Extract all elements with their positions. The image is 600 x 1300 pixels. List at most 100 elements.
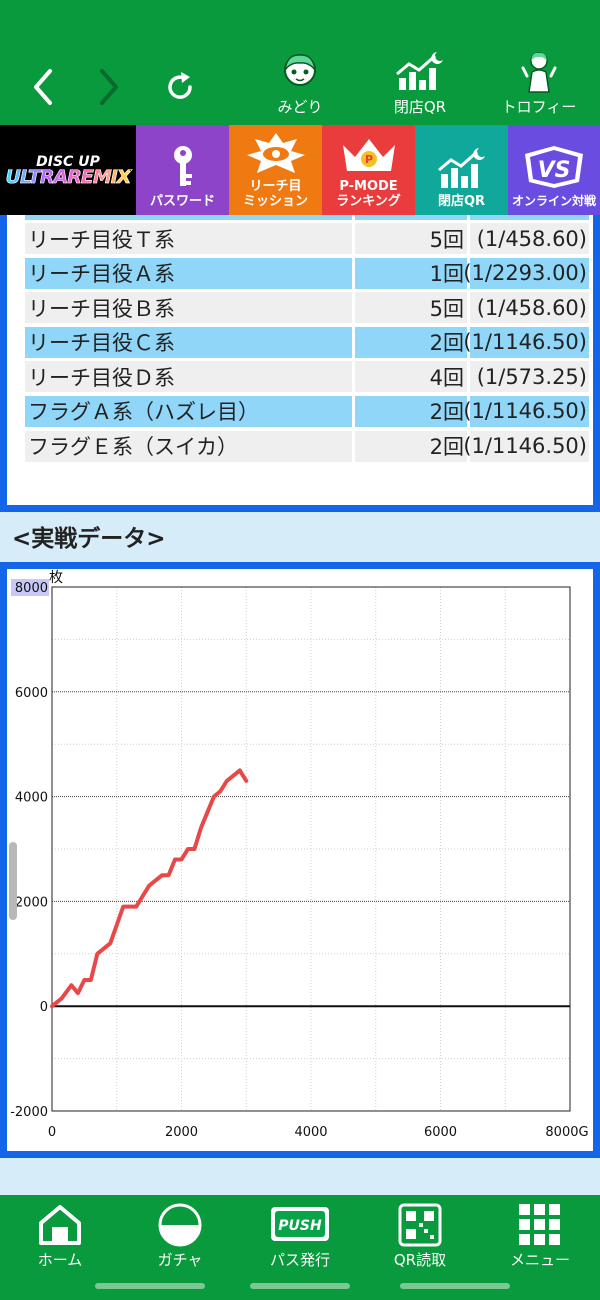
chevron-right-icon [100,69,118,105]
top-nav-midori[interactable]: みどり [245,50,355,125]
crown-icon: P [342,139,395,171]
top-navigation-bar: みどり 閉店QR トロフィー [0,0,600,125]
row-probability: (1/573.25) [470,361,589,393]
trophy-icon [521,52,557,93]
row-count: 2回 [355,430,470,462]
game-logo-tile[interactable]: DISC UP ULTRAREMIX [0,125,136,215]
y-tick-label: 4000 [15,791,48,806]
scrollbar-thumb[interactable] [9,842,17,920]
row-probability: (1/458.60) [470,223,589,254]
table-row: リーチ目役Ｃ系 2回 (1/1146.50) [25,326,589,358]
bottom-nav-qr-scan[interactable]: QR読取 [365,1203,475,1271]
bottom-nav-home-label: ホーム [37,1251,83,1269]
bottom-nav-menu[interactable]: メニュー [485,1203,595,1271]
gesture-indicator [400,1283,510,1289]
svg-text:P: P [364,153,372,166]
reload-button[interactable] [155,62,205,112]
tile-online-battle[interactable]: VS オンライン対戦 [508,125,600,215]
gesture-indicator [250,1283,350,1289]
bottom-nav-home[interactable]: ホーム [5,1203,115,1271]
partial-row [25,215,589,220]
row-probability: (1/1146.50) [463,326,589,358]
bottom-nav-pass-issue-label: パス発行 [269,1251,330,1269]
svg-text:VS: VS [538,158,571,183]
row-name: リーチ目役Ｄ系 [25,361,355,393]
reach-stats-table: リーチ目役Ｔ系 5回 (1/458.60) リーチ目役Ａ系 1回 (1/2293… [25,215,589,465]
tile-closing-qr[interactable]: 閉店QR [415,125,508,215]
x-tick-label: 4000 [294,1125,327,1140]
row-name: フラグＥ系（スイカ） [25,430,355,462]
row-probability: (1/1146.50) [463,395,589,427]
row-name: リーチ目役Ｂ系 [25,292,355,324]
table-row: リーチ目役Ｔ系 5回 (1/458.60) [25,223,589,254]
table-row: リーチ目役Ｂ系 5回 (1/458.60) [25,292,589,324]
row-count: 5回 [355,292,470,324]
qr-icon [398,1203,442,1247]
logo-bottom-text: ULTRAREMIX [5,166,132,188]
bottom-nav-pass-issue[interactable]: PUSH パス発行 [245,1203,355,1271]
y-tick-label: -2000 [10,1105,48,1120]
bottom-nav-gacha-label: ガチャ [157,1251,203,1269]
closing-qr-icon [396,52,443,90]
y-tick-label: 8000 [15,581,48,596]
row-count: 1回 [355,257,470,289]
gesture-indicator [95,1283,205,1289]
row-count: 2回 [355,326,470,358]
top-nav-trophy[interactable]: トロフィー [484,50,594,125]
row-name: リーチ目役Ａ系 [25,257,355,289]
table-row: フラグＡ系（ハズレ目） 2回 (1/1146.50) [25,395,589,427]
forward-button[interactable] [84,62,134,112]
table-row: リーチ目役Ａ系 1回 (1/2293.00) [25,257,589,289]
x-tick-label: 6000 [424,1125,457,1140]
tile-password[interactable]: パスワード [136,125,229,215]
closing-qr-chart-icon [437,148,485,188]
table-row: リーチ目役Ｄ系 4回 (1/573.25) [25,361,589,393]
tile-password-label: パスワード [149,194,215,209]
tile-pmode-ranking[interactable]: P P-MODE ランキング [322,125,415,215]
top-nav-trophy-label: トロフィー [501,98,577,116]
row-name: リーチ目役Ｃ系 [25,326,355,358]
eye-emblem-icon [246,133,305,173]
bottom-nav-menu-label: メニュー [509,1251,570,1269]
row-probability: (1/458.60) [470,292,589,324]
reach-stats-panel: リーチ目役Ｔ系 5回 (1/458.60) リーチ目役Ａ系 1回 (1/2293… [0,215,600,512]
chevron-left-icon [34,69,52,105]
feature-tiles: DISC UP ULTRAREMIX パスワード リーチ目 ミッション P P-… [0,125,600,215]
row-probability: (1/2293.00) [463,257,589,289]
x-tick-label: 0 [48,1125,56,1140]
gacha-icon [158,1203,202,1247]
tile-closing-qr-label: 閉店QR [437,194,486,209]
x-tick-label: 2000 [165,1125,198,1140]
top-nav-midori-label: みどり [277,98,323,116]
table-row: フラグＥ系（スイカ） 2回 (1/1146.50) [25,430,589,462]
home-icon [39,1205,81,1245]
y-tick-label: 6000 [15,686,48,701]
row-name: リーチ目役Ｔ系 [25,223,355,254]
play-data-chart: 枚80006000400020000-20000 2000 4000 6000 8000… [10,570,588,1140]
top-nav-closing-qr[interactable]: 閉店QR [365,50,475,125]
row-probability: (1/1146.50) [463,430,589,462]
y-tick-label: 0 [40,1000,48,1015]
reload-icon [168,72,192,99]
push-icon: PUSH [271,1207,329,1241]
row-count: 2回 [355,395,470,427]
row-count: 5回 [355,223,470,254]
series-line [50,768,249,1009]
top-nav-closing-qr-label: 閉店QR [393,98,447,116]
tile-online-battle-label: オンライン対戦 [511,194,596,208]
push-badge-text: PUSH [278,1218,322,1234]
back-button[interactable] [18,62,68,112]
bottom-nav-gacha[interactable]: ガチャ [125,1203,235,1271]
row-name: フラグＡ系（ハズレ目） [25,395,355,427]
bottom-nav-qr-scan-label: QR読取 [393,1251,447,1269]
y-tick-label: 2000 [15,895,48,910]
y-axis-unit-label: 枚 [49,570,63,586]
key-icon [173,146,192,186]
row-count: 4回 [355,361,470,393]
tile-reach-mission-label: リーチ目 ミッション [242,179,308,209]
menu-grid-icon [519,1204,560,1245]
section-title: <実戦データ> [12,526,166,552]
tile-reach-mission[interactable]: リーチ目 ミッション [229,125,322,215]
play-data-chart-panel: 枚 8000 6000 4000 2000 0 -2000 0 2000 4000 6000 8000… [0,562,600,1158]
character-icon [283,54,317,86]
